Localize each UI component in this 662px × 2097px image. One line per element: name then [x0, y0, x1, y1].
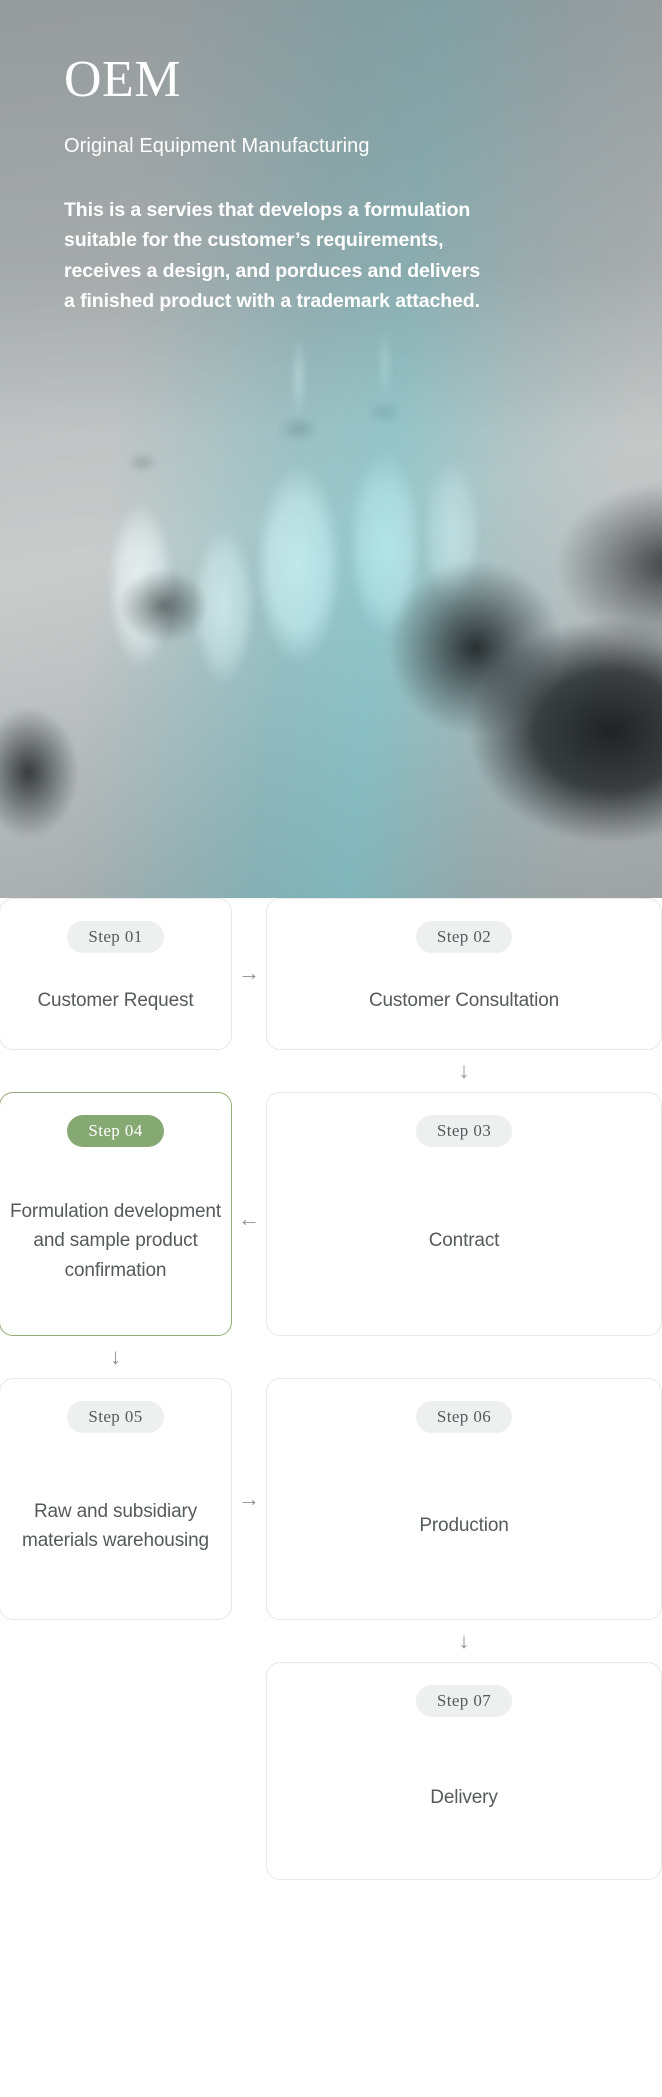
arrow-right-icon: →: [238, 960, 260, 985]
step-label: Contract: [428, 1230, 500, 1252]
flow-column-right: Step 07 Delivery: [266, 1662, 662, 1880]
step-badge: Step 01: [67, 921, 164, 953]
flow-column-right: Step 02 Customer Consultation: [266, 898, 662, 1050]
step-card[interactable]: Step 03 Contract: [266, 1092, 662, 1336]
flow-arrow-slot: [232, 1662, 266, 1880]
flow-column-left: Step 04 Formulation development and sampl…: [0, 1092, 232, 1336]
step-label: Formulation development and sample produ…: [10, 1200, 221, 1281]
process-flow: Step 01 Customer Request → Step 02 Customer …: [0, 898, 662, 1880]
hero-description-line: receives a design, and porduces and deli…: [64, 259, 481, 282]
step-label: Production: [419, 1515, 509, 1537]
flow-connector: ↓: [0, 1336, 662, 1378]
step-label: Raw and subsidiary materials warehousing: [22, 1500, 209, 1551]
step-card[interactable]: Step 01 Customer Request: [0, 898, 232, 1050]
flow-arrow-slot: ←: [232, 1092, 266, 1336]
step-card[interactable]: Step 02 Customer Consultation: [266, 898, 662, 1050]
flow-row: Step 07 Delivery: [0, 1662, 662, 1880]
flow-column-right: Step 03 Contract: [266, 1092, 662, 1336]
hero-description-line: suitable for the customer’s requirements…: [64, 229, 444, 252]
flow-row: Step 01 Customer Request → Step 02 Customer …: [0, 898, 662, 1050]
step-label: Customer Request: [37, 990, 194, 1012]
flow-connector: ↓: [0, 1620, 662, 1662]
flow-column-left: Step 05 Raw and subsidiary materials ware…: [0, 1378, 232, 1620]
hero-description-line: This is a servies that develops a formul…: [64, 199, 471, 222]
step-card[interactable]: Step 05 Raw and subsidiary materials ware…: [0, 1378, 232, 1620]
step-badge: Step 03: [415, 1115, 513, 1147]
flow-column-right: Step 06 Production: [266, 1378, 662, 1620]
step-card[interactable]: Step 07 Delivery: [266, 1662, 662, 1880]
arrow-down-icon: ↓: [458, 1058, 470, 1083]
flow-row: Step 05 Raw and subsidiary materials ware…: [0, 1378, 662, 1620]
step-label: Customer Consultation: [368, 990, 560, 1012]
hero-description-line: a finished product with a trademark atta…: [64, 289, 480, 312]
flow-row: Step 04 Formulation development and sampl…: [0, 1092, 662, 1336]
connector-spacer-right: ↓: [266, 1060, 662, 1082]
hero-content: OEM Original Equipment Manufacturing Thi…: [64, 51, 604, 316]
flow-arrow-slot: →: [232, 898, 266, 1050]
arrow-right-icon: →: [238, 1486, 260, 1511]
step-badge: Step 06: [415, 1401, 513, 1433]
step-card[interactable]: Step 06 Production: [266, 1378, 662, 1620]
step-badge: Step 04: [67, 1115, 164, 1147]
arrow-left-icon: ←: [238, 1206, 260, 1231]
flow-column-left: Step 01 Customer Request: [0, 898, 232, 1050]
step-badge: Step 05: [67, 1401, 164, 1433]
step-card[interactable]: Step 04 Formulation development and sampl…: [0, 1092, 232, 1336]
oem-page: OEM Original Equipment Manufacturing Thi…: [0, 0, 662, 2097]
connector-spacer-right: ↓: [266, 1630, 662, 1652]
connector-spacer-left: ↓: [0, 1346, 232, 1368]
arrow-down-icon: ↓: [458, 1628, 470, 1653]
hero-description: This is a servies that develops a formul…: [64, 195, 604, 316]
flow-arrow-slot: →: [232, 1378, 266, 1620]
arrow-down-icon: ↓: [110, 1344, 121, 1369]
flow-connector: ↓: [0, 1050, 662, 1092]
step-badge: Step 02: [415, 921, 513, 953]
flow-column-left: [0, 1662, 232, 1880]
hero-banner: OEM Original Equipment Manufacturing Thi…: [0, 0, 662, 898]
page-subtitle: Original Equipment Manufacturing: [64, 135, 370, 158]
page-title: OEM: [64, 51, 182, 108]
step-badge: Step 07: [415, 1685, 513, 1717]
step-label: Delivery: [430, 1787, 498, 1809]
